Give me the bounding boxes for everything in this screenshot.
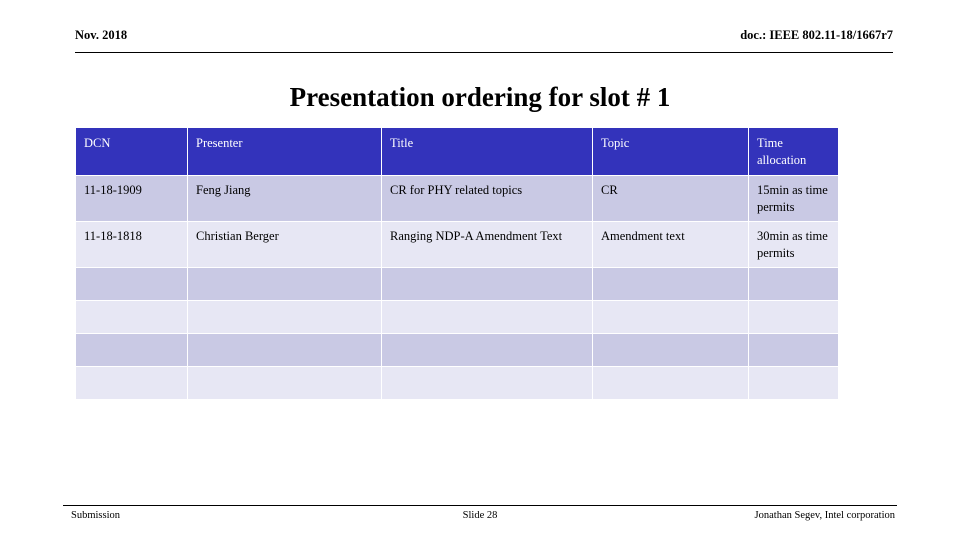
cell-title <box>382 334 592 366</box>
cell-time-allocation <box>749 301 838 333</box>
cell-title <box>382 301 592 333</box>
table-row <box>76 367 838 399</box>
slide-footer: Submission Slide 28 Jonathan Segev, Inte… <box>63 505 897 528</box>
cell-topic <box>593 268 748 300</box>
cell-time-allocation <box>749 367 838 399</box>
column-header-title: Title <box>382 128 592 175</box>
presentation-ordering-table: DCN Presenter Title Topic Time allocatio… <box>75 127 839 400</box>
table-row: 11-18-1818 Christian Berger Ranging NDP-… <box>76 222 838 267</box>
cell-topic <box>593 301 748 333</box>
table-row <box>76 301 838 333</box>
cell-title <box>382 367 592 399</box>
page-title: Presentation ordering for slot # 1 <box>289 82 671 112</box>
cell-time-allocation <box>749 268 838 300</box>
cell-time-allocation: 15min as time permits <box>749 176 838 221</box>
cell-dcn <box>76 268 187 300</box>
footer-author: Jonathan Segev, Intel corporation <box>754 510 895 521</box>
header-document-reference: doc.: IEEE 802.11-18/1667r7 <box>740 28 893 42</box>
cell-topic: Amendment text <box>593 222 748 267</box>
column-header-presenter: Presenter <box>188 128 381 175</box>
cell-time-allocation <box>749 334 838 366</box>
cell-presenter <box>188 334 381 366</box>
table-row <box>76 268 838 300</box>
table-row <box>76 334 838 366</box>
table-header-row: DCN Presenter Title Topic Time allocatio… <box>76 128 838 175</box>
header-date: Nov. 2018 <box>75 28 128 42</box>
cell-topic: CR <box>593 176 748 221</box>
slide-header: Nov. 2018 doc.: IEEE 802.11-18/1667r7 <box>75 28 893 53</box>
column-header-topic: Topic <box>593 128 748 175</box>
cell-topic <box>593 367 748 399</box>
cell-title <box>382 268 592 300</box>
cell-title: CR for PHY related topics <box>382 176 592 221</box>
table-row: 11-18-1909 Feng Jiang CR for PHY related… <box>76 176 838 221</box>
cell-dcn <box>76 334 187 366</box>
cell-presenter <box>188 367 381 399</box>
cell-dcn: 11-18-1909 <box>76 176 187 221</box>
cell-time-allocation: 30min as time permits <box>749 222 838 267</box>
cell-dcn <box>76 301 187 333</box>
cell-presenter <box>188 301 381 333</box>
cell-dcn <box>76 367 187 399</box>
column-header-time-allocation: Time allocation <box>749 128 838 175</box>
cell-topic <box>593 334 748 366</box>
column-header-dcn: DCN <box>76 128 187 175</box>
cell-title: Ranging NDP-A Amendment Text <box>382 222 592 267</box>
cell-dcn: 11-18-1818 <box>76 222 187 267</box>
cell-presenter: Feng Jiang <box>188 176 381 221</box>
cell-presenter: Christian Berger <box>188 222 381 267</box>
cell-presenter <box>188 268 381 300</box>
